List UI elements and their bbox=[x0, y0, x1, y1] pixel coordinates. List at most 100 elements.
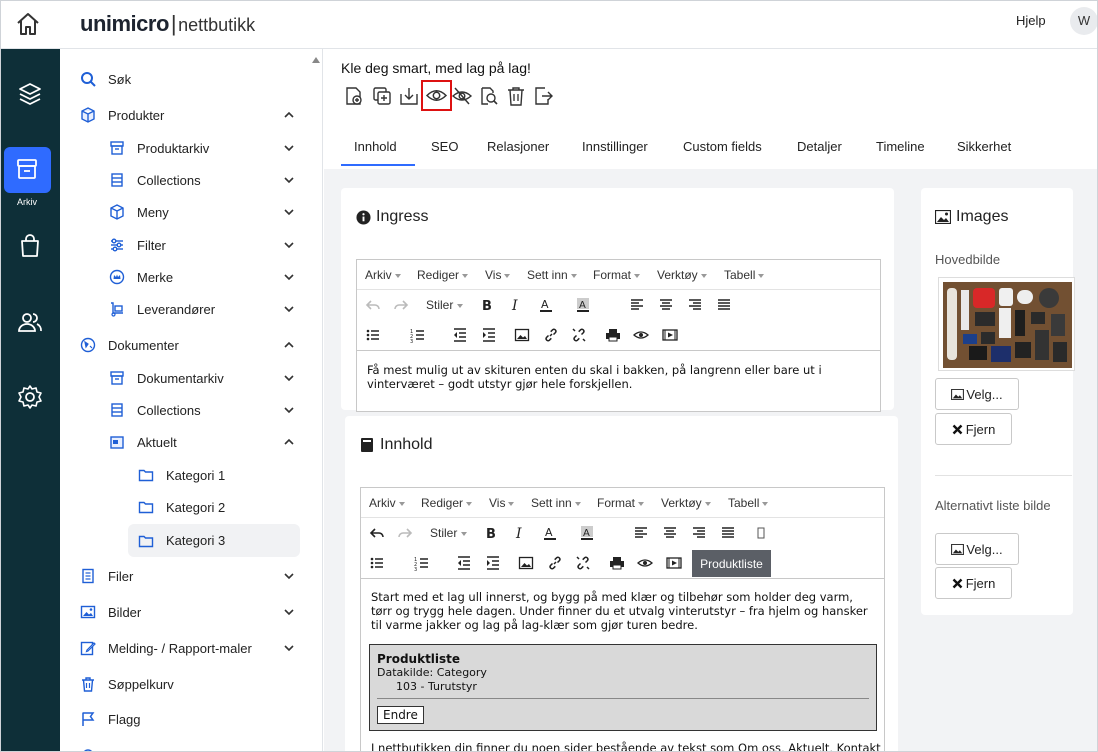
chevron-up-icon[interactable] bbox=[283, 339, 295, 351]
sidebar-item-meny[interactable]: Meny bbox=[109, 197, 295, 227]
print-icon[interactable] bbox=[609, 555, 625, 571]
chevron-down-icon[interactable] bbox=[283, 404, 295, 416]
sidebar-item-collections[interactable]: Collections bbox=[109, 165, 295, 195]
sidebar-item-produkter[interactable]: Produkter bbox=[80, 100, 295, 130]
alt-image-remove-button[interactable]: Fjern bbox=[935, 567, 1012, 599]
layers-icon[interactable] bbox=[15, 79, 45, 109]
users-icon[interactable] bbox=[15, 307, 45, 337]
sidebar-item-dokumenter[interactable]: Dokumenter bbox=[80, 330, 295, 360]
align-left-icon[interactable] bbox=[629, 297, 645, 313]
align-justify-icon[interactable] bbox=[716, 297, 732, 313]
preview-icon[interactable] bbox=[637, 555, 653, 571]
editor-menu-arkiv[interactable]: Arkiv bbox=[365, 268, 401, 282]
text-color-icon[interactable]: A bbox=[542, 525, 558, 541]
chevron-down-icon[interactable] bbox=[283, 174, 295, 186]
hide-eye-icon[interactable] bbox=[451, 85, 473, 107]
hovedbilde-remove-button[interactable]: Fjern bbox=[935, 413, 1012, 445]
align-right-icon[interactable] bbox=[687, 297, 703, 313]
sidebar-item-aktuelt[interactable]: Aktuelt bbox=[109, 427, 295, 457]
preview-icon[interactable] bbox=[633, 327, 649, 343]
link-icon[interactable] bbox=[543, 327, 559, 343]
endre-button[interactable]: Endre bbox=[377, 706, 424, 724]
align-center-icon[interactable] bbox=[658, 297, 674, 313]
italic-icon[interactable]: I bbox=[508, 297, 524, 313]
editor-menu-tabell[interactable]: Tabell bbox=[724, 268, 764, 282]
produktliste-block[interactable]: Produktliste Datakilde: Category 103 - T… bbox=[369, 644, 877, 731]
settings-gear-icon[interactable] bbox=[15, 382, 45, 412]
help-link[interactable]: Hjelp bbox=[1016, 13, 1046, 28]
download-icon[interactable] bbox=[398, 85, 420, 107]
editor-menu-rediger[interactable]: Rediger bbox=[421, 496, 472, 510]
link-icon[interactable] bbox=[547, 555, 563, 571]
sidebar-item-search[interactable]: Søk bbox=[80, 64, 295, 94]
sidebar-item-filter[interactable]: Filter bbox=[109, 230, 295, 260]
search-document-icon[interactable] bbox=[478, 85, 500, 107]
chevron-down-icon[interactable] bbox=[283, 303, 295, 315]
align-right-icon[interactable] bbox=[691, 525, 707, 541]
styles-dropdown[interactable]: Stiler bbox=[426, 298, 463, 312]
preview-eye-icon[interactable] bbox=[421, 80, 452, 111]
chevron-down-icon[interactable] bbox=[283, 372, 295, 384]
innhold-content[interactable]: Start med et lag ull innerst, og bygg på… bbox=[361, 578, 884, 751]
sidebar-item-merke[interactable]: Merke bbox=[109, 262, 295, 292]
tab-detaljer[interactable]: Detaljer bbox=[797, 139, 842, 154]
tab-innstillinger[interactable]: Innstillinger bbox=[582, 139, 648, 154]
tab-innhold[interactable]: Innhold bbox=[354, 139, 397, 154]
bullet-list-icon[interactable] bbox=[365, 327, 381, 343]
bold-icon[interactable]: B bbox=[483, 525, 499, 541]
text-color-icon[interactable]: A bbox=[538, 297, 554, 313]
chevron-down-icon[interactable] bbox=[283, 142, 295, 154]
code-block-icon[interactable] bbox=[753, 525, 769, 541]
chevron-down-icon[interactable] bbox=[283, 239, 295, 251]
hovedbilde-select-button[interactable]: Velg... bbox=[935, 378, 1019, 410]
undo-icon[interactable] bbox=[369, 525, 385, 541]
redo-icon[interactable] bbox=[397, 525, 413, 541]
editor-menu-verktoy[interactable]: Verktøy bbox=[661, 496, 711, 510]
insert-image-icon[interactable] bbox=[518, 555, 534, 571]
duplicate-icon[interactable] bbox=[371, 85, 393, 107]
editor-menu-vis[interactable]: Vis bbox=[489, 496, 514, 510]
outdent-icon[interactable] bbox=[452, 327, 468, 343]
avatar[interactable]: W bbox=[1070, 7, 1097, 35]
chevron-up-icon[interactable] bbox=[283, 109, 295, 121]
outdent-icon[interactable] bbox=[456, 555, 472, 571]
move-out-icon[interactable] bbox=[532, 85, 554, 107]
indent-icon[interactable] bbox=[481, 327, 497, 343]
bg-color-icon[interactable]: A bbox=[579, 525, 595, 541]
tab-timeline[interactable]: Timeline bbox=[876, 139, 925, 154]
bold-icon[interactable]: B bbox=[479, 297, 495, 313]
shopping-bag-icon[interactable] bbox=[15, 231, 45, 261]
sidebar-item-bilder[interactable]: Bilder bbox=[80, 597, 295, 627]
media-icon[interactable] bbox=[666, 555, 682, 571]
numbered-list-icon[interactable]: 123 bbox=[414, 555, 430, 571]
sidebar-item-dokumentarkiv[interactable]: Dokumentarkiv bbox=[109, 363, 295, 393]
tab-seo[interactable]: SEO bbox=[431, 139, 458, 154]
sidebar-item-leverandorer[interactable]: Leverandører bbox=[109, 294, 295, 324]
print-icon[interactable] bbox=[605, 327, 621, 343]
editor-menu-format[interactable]: Format bbox=[597, 496, 644, 510]
italic-icon[interactable]: I bbox=[512, 525, 528, 541]
hovedbilde-thumbnail[interactable] bbox=[938, 277, 1075, 371]
chevron-down-icon[interactable] bbox=[283, 206, 295, 218]
produktliste-button[interactable]: Produktliste bbox=[692, 550, 771, 577]
editor-menu-tabell[interactable]: Tabell bbox=[728, 496, 768, 510]
chevron-up-icon[interactable] bbox=[283, 436, 295, 448]
sidebar-item-flagg[interactable]: Flagg bbox=[80, 704, 295, 734]
chevron-down-icon[interactable] bbox=[283, 642, 295, 654]
delete-trash-icon[interactable] bbox=[505, 85, 527, 107]
tab-relasjoner[interactable]: Relasjoner bbox=[487, 139, 549, 154]
home-icon[interactable] bbox=[15, 11, 41, 37]
chevron-down-icon[interactable] bbox=[283, 271, 295, 283]
undo-icon[interactable] bbox=[365, 297, 381, 313]
scroll-up-arrow[interactable] bbox=[312, 57, 320, 63]
sidebar-item-filer[interactable]: Filer bbox=[80, 561, 295, 591]
archive-icon[interactable] bbox=[12, 154, 42, 184]
sidebar-item-collections[interactable]: Collections bbox=[109, 395, 295, 425]
editor-menu-verktoy[interactable]: Verktøy bbox=[657, 268, 707, 282]
redo-icon[interactable] bbox=[393, 297, 409, 313]
styles-dropdown[interactable]: Stiler bbox=[430, 526, 467, 540]
bullet-list-icon[interactable] bbox=[369, 555, 385, 571]
chevron-down-icon[interactable] bbox=[283, 606, 295, 618]
unlink-icon[interactable] bbox=[571, 327, 587, 343]
alt-image-select-button[interactable]: Velg... bbox=[935, 533, 1019, 565]
